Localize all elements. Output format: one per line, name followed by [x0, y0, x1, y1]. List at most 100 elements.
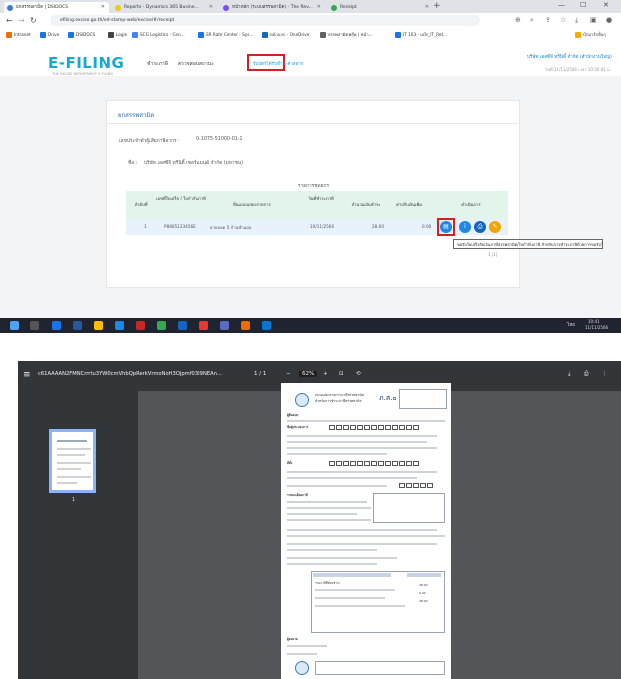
star-icon[interactable]: ☆: [560, 16, 566, 24]
tooltip: ขอรับใบเสร็จรับเงินภาษีสรรพสามิต/ใบกำกับ…: [453, 239, 603, 249]
zoom-icon[interactable]: ⊕: [515, 16, 521, 24]
print-icon[interactable]: ⎙: [584, 371, 588, 378]
word-icon[interactable]: [73, 321, 82, 330]
close-icon[interactable]: ✕: [425, 2, 429, 13]
info-icon[interactable]: i: [459, 221, 471, 233]
nav-check-status[interactable]: ตรวจสอบสถานะ: [178, 60, 214, 68]
table-header: ลำดับที่ เลขที่ใบเสร็จ / ใบกำกับภาษี ยื่…: [126, 191, 508, 219]
search-icon[interactable]: ⌕: [530, 16, 534, 25]
download-icon[interactable]: ⤓: [575, 16, 578, 25]
menu-icon[interactable]: ≡: [23, 370, 31, 380]
clock-time[interactable]: 10:41: [588, 319, 600, 324]
doc-line: [315, 589, 395, 591]
explorer-icon[interactable]: [94, 321, 103, 330]
acrobat-icon[interactable]: [136, 321, 145, 330]
minimize-button[interactable]: —: [558, 1, 565, 9]
chrome-icon[interactable]: [157, 321, 166, 330]
form-code: ภ.ส.๐: [379, 394, 397, 402]
section-signer: ผู้ลงนาม: [287, 637, 298, 641]
doc-header-1: แบบแสดงรายการภาษีสรรพสามิต: [315, 393, 364, 397]
pdf-title: c61AAAAN2FMNCrrrtu3YW0cmVhbQpRerkVrmoNoH…: [38, 371, 222, 377]
bookmark-icon: [395, 32, 401, 38]
print-icon[interactable]: ⎙: [474, 221, 486, 233]
total-2: 0.00: [419, 591, 426, 595]
close-icon[interactable]: ✕: [317, 2, 321, 13]
tab-revenue[interactable]: หน้าหลัก (ระบบสรรพสามิต) - The Rev... ✕: [220, 2, 325, 13]
doc-line: [287, 543, 437, 545]
edge-icon[interactable]: [52, 321, 61, 330]
profile-icon[interactable]: ●: [606, 16, 612, 24]
bookmark-item[interactable]: สรรพสามิตฟลุ๊ค | หน้า...: [320, 30, 373, 40]
app-icon[interactable]: [220, 321, 229, 330]
close-icon[interactable]: ✕: [101, 2, 105, 13]
thumbnail-page-number: 1: [72, 497, 76, 503]
edit-icon[interactable]: ✎: [489, 221, 501, 233]
language-indicator[interactable]: ไทย: [567, 321, 575, 328]
nav-pay-tax[interactable]: ชำระภาษี: [147, 60, 168, 68]
outlook-icon[interactable]: [115, 321, 124, 330]
bookmark-item[interactable]: DSIDOCS: [68, 30, 95, 40]
zoom-level[interactable]: 62%: [299, 371, 318, 377]
search-icon[interactable]: [30, 321, 39, 330]
zoom-in-button[interactable]: +: [323, 371, 328, 377]
app-icon[interactable]: [262, 321, 271, 330]
col-fine: ค่าปรับเงินเพิ่ม: [395, 202, 422, 207]
nav-receipt-highlighted[interactable]: รับบัตรได้รับชำระค่าสลาก: [247, 54, 304, 71]
bookmark-item[interactable]: หน้าแรก - OneDrive: [262, 30, 309, 40]
doc-line: [287, 563, 377, 565]
doc-line: [287, 471, 437, 473]
url-bar[interactable]: efiling.excise.go.th/ed-stamp-web/excise…: [50, 15, 480, 26]
reload-icon[interactable]: ↻: [30, 16, 37, 25]
company-label: ชื่อ :: [128, 161, 138, 166]
page-indicator[interactable]: 1 / 1: [254, 371, 266, 377]
user-name[interactable]: บริษัท เอสซีจี ทรีนิตี้ จำกัด (สำนักงานใ…: [527, 54, 612, 61]
tab-reports[interactable]: Reports - Dynamics 365 Busine... ✕: [112, 2, 217, 13]
forward-arrow-icon[interactable]: →: [18, 16, 25, 25]
doc-line: [287, 507, 371, 509]
tab-bar: ยกสรรพสามิต | DSIDOCS ✕ Reports - Dynami…: [0, 0, 621, 13]
doc-line: [287, 453, 387, 455]
sidepanel-icon[interactable]: ▣: [590, 16, 597, 24]
windows-start-icon[interactable]: [10, 321, 19, 330]
table-header-fill: [313, 573, 391, 577]
doc-line: [287, 477, 417, 479]
zoom-out-button[interactable]: −: [286, 371, 291, 377]
bookmark-item[interactable]: IT 103 - แบ๊ก_IT_Ret...: [395, 30, 447, 40]
close-window-button[interactable]: ✕: [603, 1, 609, 9]
page-thumbnail[interactable]: [49, 429, 96, 493]
total-1: 28.00: [419, 583, 428, 587]
address-row: ← → ↻ efiling.excise.go.th/ed-stamp-web/…: [0, 13, 621, 30]
bookmark-item[interactable]: Intranet: [6, 30, 31, 40]
col-amount: จำนวนเงินชำระ: [351, 202, 381, 207]
fit-page-icon[interactable]: ⊡: [339, 371, 344, 377]
doc-line: [287, 529, 437, 531]
bookmark-folder[interactable]: บุ๊กมาร์กอื่นๆ: [575, 30, 606, 40]
efiling-logo[interactable]: E-FILING: [48, 54, 124, 72]
maximize-button[interactable]: ☐: [580, 1, 586, 9]
col-action: ดำเนินการ: [461, 202, 481, 207]
bookmark-item[interactable]: SCG Logistics - Cen...: [132, 30, 185, 40]
tab-label: ยกสรรพสามิต | DSIDOCS: [16, 5, 69, 10]
cell-amount: 28.00: [372, 224, 384, 229]
rotate-icon[interactable]: ⟲: [356, 371, 361, 377]
teams-icon[interactable]: [178, 321, 187, 330]
tab-receipt[interactable]: Receipt ✕: [328, 2, 433, 13]
doc-line: [287, 513, 357, 515]
company-value: บริษัท เอสซีจี ทรีนิตี้ เซอร์แมนด์ จำกัด…: [144, 161, 244, 166]
clock-date[interactable]: 11/11/2566: [585, 325, 608, 330]
tab-excise[interactable]: ยกสรรพสามิต | DSIDOCS ✕: [4, 2, 109, 13]
back-arrow-icon[interactable]: ←: [6, 16, 13, 25]
share-icon[interactable]: ⇪: [545, 16, 551, 24]
bookmark-item[interactable]: SR Rate Center - Sys...: [198, 30, 253, 40]
bookmark-item[interactable]: Drive: [40, 30, 59, 40]
app-icon[interactable]: [241, 321, 250, 330]
close-icon[interactable]: ✕: [209, 2, 213, 13]
app-icon[interactable]: [199, 321, 208, 330]
more-icon[interactable]: ⋮: [602, 371, 608, 377]
download-icon[interactable]: ⤓: [568, 371, 570, 378]
new-tab-button[interactable]: +: [433, 1, 441, 11]
bookmark-item[interactable]: Login: [108, 30, 127, 40]
nav-receipt-label: รับบัตรได้รับชำระค่าสลาก: [253, 62, 304, 67]
doc-line: [287, 549, 377, 551]
pagination[interactable]: 1 |1|: [488, 252, 497, 257]
